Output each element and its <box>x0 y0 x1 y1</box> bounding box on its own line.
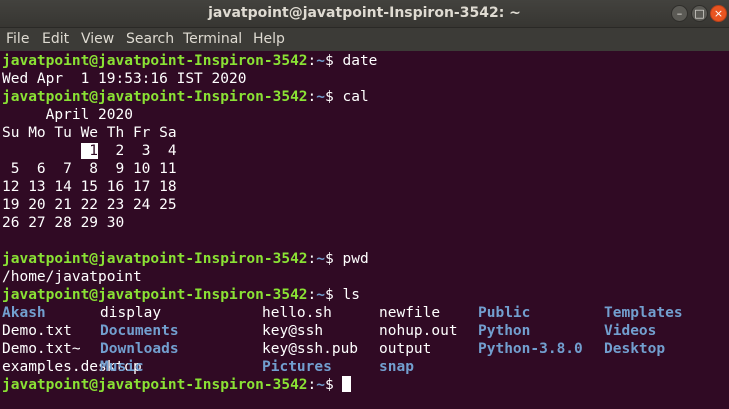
ls-file: output <box>379 341 432 357</box>
calendar-today: 1 <box>80 143 99 159</box>
prompt-symbol: $ <box>325 251 334 267</box>
menu-bar: File Edit View Search Terminal Help <box>0 28 729 51</box>
command-output: Wed Apr 1 19:53:16 IST 2020 <box>2 71 247 87</box>
calendar-row: 12 13 14 15 16 17 18 <box>2 179 177 195</box>
ls-directory: Pictures <box>262 359 332 375</box>
ls-directory: Videos <box>604 323 657 339</box>
ls-directory: Templates <box>604 305 683 321</box>
maximize-button[interactable]: □ <box>691 5 708 22</box>
menu-view[interactable]: View <box>81 28 114 51</box>
calendar-header: April 2020 <box>2 107 133 123</box>
window-title: javatpoint@javatpoint-Inspiron-3542: ~ <box>208 5 521 21</box>
ls-file: Demo.txt <box>2 323 72 339</box>
prompt-line: javatpoint@javatpoint-Inspiron-3542:~$ p… <box>2 250 729 268</box>
minimize-button[interactable]: – <box>671 5 688 22</box>
command-text: date <box>333 53 378 69</box>
prompt-user-host: javatpoint@javatpoint-Inspiron-3542 <box>2 89 308 105</box>
prompt-line-current: javatpoint@javatpoint-Inspiron-3542:~$ <box>2 376 729 394</box>
ls-directory: Desktop <box>604 341 666 357</box>
terminal-output[interactable]: javatpoint@javatpoint-Inspiron-3542:~$ d… <box>2 52 729 409</box>
prompt-symbol: $ <box>325 89 334 105</box>
prompt-path: ~ <box>316 53 326 69</box>
ls-directory: Downloads <box>100 341 179 357</box>
ls-directory: Python <box>478 323 531 339</box>
prompt-colon: : <box>307 251 317 267</box>
prompt-colon: : <box>307 89 317 105</box>
command-text: cal <box>333 89 369 105</box>
ls-file: key@ssh <box>262 323 324 339</box>
menu-terminal[interactable]: Terminal <box>183 28 242 51</box>
command-text: ls <box>333 287 360 303</box>
prompt-colon: : <box>307 287 317 303</box>
command-text: pwd <box>333 251 369 267</box>
ls-directory: Public <box>478 305 531 321</box>
prompt-path: ~ <box>316 287 326 303</box>
prompt-line: javatpoint@javatpoint-Inspiron-3542:~$ c… <box>2 88 729 106</box>
prompt-path: ~ <box>316 251 326 267</box>
ls-directory: snap <box>379 359 414 375</box>
calendar-row: 19 20 21 22 23 24 25 <box>2 197 177 213</box>
ls-file: hello.sh <box>262 305 332 321</box>
close-button[interactable]: × <box>710 5 727 22</box>
ls-output: Akash display hello.sh newfile Public Templat… <box>2 304 729 376</box>
prompt-symbol: $ <box>325 287 334 303</box>
prompt-symbol: $ <box>325 377 334 393</box>
text-cursor <box>342 376 352 392</box>
ls-file: key@ssh.pub <box>262 341 359 357</box>
prompt-line: javatpoint@javatpoint-Inspiron-3542:~$ d… <box>2 52 729 70</box>
menu-search[interactable]: Search <box>126 28 174 51</box>
prompt-user-host: javatpoint@javatpoint-Inspiron-3542 <box>2 287 308 303</box>
ls-directory: Akash <box>2 305 46 321</box>
title-bar[interactable]: javatpoint@javatpoint-Inspiron-3542: ~ –… <box>0 0 729 28</box>
calendar-row-prefix <box>2 143 81 159</box>
ls-file: nohup.out <box>379 323 458 339</box>
prompt-colon: : <box>307 53 317 69</box>
prompt-line: javatpoint@javatpoint-Inspiron-3542:~$ l… <box>2 286 729 304</box>
prompt-symbol: $ <box>325 53 334 69</box>
terminal-window: javatpoint@javatpoint-Inspiron-3542: ~ –… <box>0 0 729 409</box>
calendar-weekdays: Su Mo Tu We Th Fr Sa <box>2 125 177 141</box>
ls-directory: Python-3.8.0 <box>478 341 583 357</box>
prompt-path: ~ <box>316 377 326 393</box>
calendar-row: 5 6 7 8 9 10 11 <box>2 161 177 177</box>
prompt-user-host: javatpoint@javatpoint-Inspiron-3542 <box>2 53 308 69</box>
ls-file: Demo.txt~ <box>2 341 81 357</box>
menu-file[interactable]: File <box>6 28 29 51</box>
calendar-row-suffix: 2 3 4 <box>98 143 177 159</box>
menu-help[interactable]: Help <box>253 28 285 51</box>
prompt-user-host: javatpoint@javatpoint-Inspiron-3542 <box>2 377 308 393</box>
ls-directory: Documents <box>100 323 179 339</box>
command-output: /home/javatpoint <box>2 269 142 285</box>
menu-edit[interactable]: Edit <box>42 28 69 51</box>
prompt-colon: : <box>307 377 317 393</box>
ls-file: newfile <box>379 305 441 321</box>
prompt-user-host: javatpoint@javatpoint-Inspiron-3542 <box>2 251 308 267</box>
prompt-path: ~ <box>316 89 326 105</box>
calendar-row: 1 2 3 4 <box>2 142 729 160</box>
calendar-row: 26 27 28 29 30 <box>2 215 125 231</box>
ls-directory: Music <box>100 359 144 375</box>
ls-file: display <box>100 305 162 321</box>
